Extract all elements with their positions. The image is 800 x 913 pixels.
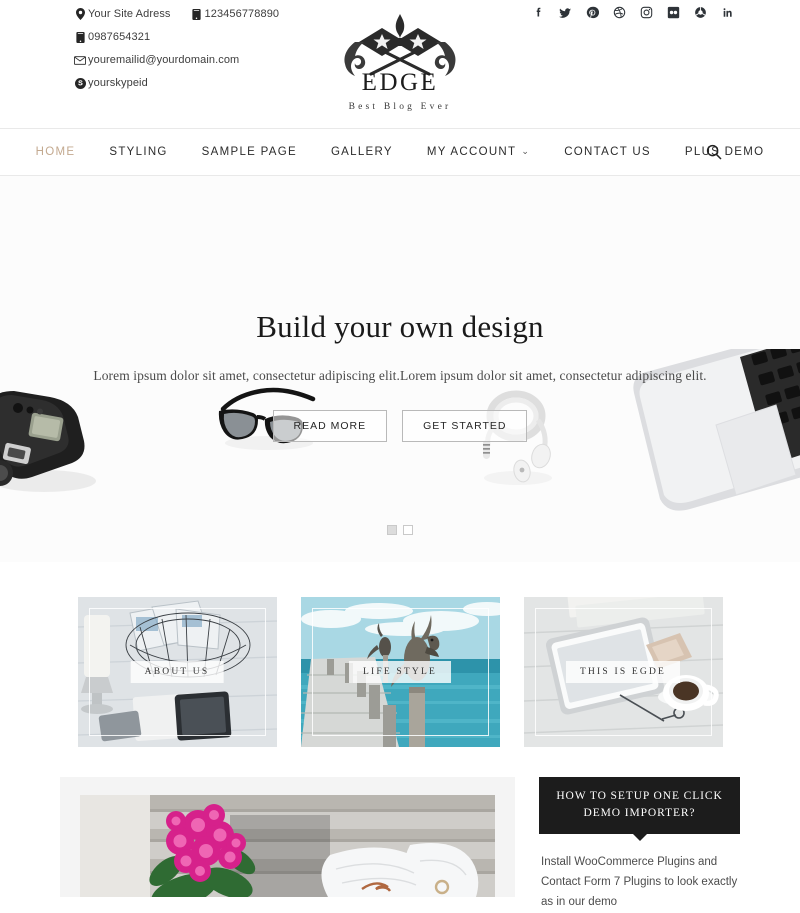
- nav-list: HOME STYLING SAMPLE PAGE GALLERY MY ACCO…: [19, 146, 782, 158]
- main-navigation: HOME STYLING SAMPLE PAGE GALLERY MY ACCO…: [0, 128, 800, 176]
- widget-title-demo-importer: HOW TO SETUP ONE CLICK DEMO IMPORTER?: [539, 777, 740, 834]
- lower-content: HOW TO SETUP ONE CLICK DEMO IMPORTER? In…: [0, 747, 800, 912]
- nav-item-contact-us[interactable]: CONTACT US: [547, 146, 668, 158]
- hero-buttons: READ MORE GET STARTED: [272, 410, 528, 442]
- slider-pagination: [0, 525, 800, 535]
- feature-label-about-us: ABOUT US: [130, 661, 224, 683]
- nav-item-sample-page[interactable]: SAMPLE PAGE: [185, 146, 314, 158]
- nav-item-gallery[interactable]: GALLERY: [314, 146, 410, 158]
- nav-item-my-account[interactable]: MY ACCOUNT ⌄: [410, 146, 547, 158]
- nav-item-label: PLUS DEMO: [684, 146, 765, 158]
- post-thumbnail: [80, 795, 495, 897]
- nav-item-label: SAMPLE PAGE: [201, 146, 297, 158]
- sidebar: HOW TO SETUP ONE CLICK DEMO IMPORTER? In…: [539, 777, 740, 912]
- nav-item-label: CONTACT US: [564, 146, 651, 158]
- nav-item-label: HOME: [35, 146, 76, 158]
- nav-item-home[interactable]: HOME: [19, 146, 93, 158]
- nav-item-label: STYLING: [109, 146, 168, 158]
- hero-content: Build your own design Lorem ipsum dolor …: [0, 176, 800, 562]
- chevron-down-icon: ⌄: [521, 145, 531, 156]
- search-icon[interactable]: [706, 144, 722, 160]
- logo-tagline-text: Best Blog Ever: [348, 102, 452, 112]
- nav-item-label: GALLERY: [330, 146, 393, 158]
- feature-label-this-is-egde: THIS IS EGDE: [565, 661, 681, 683]
- nav-item-plus-demo[interactable]: PLUS DEMO: [668, 146, 781, 158]
- widget-body-demo-importer: Install WooCommerce Plugins and Contact …: [541, 856, 738, 908]
- top-bar: Your Site Adress 123456778890 0987654321…: [0, 0, 800, 128]
- slider-dot-1[interactable]: [387, 525, 397, 535]
- nav-item-label: MY ACCOUNT: [426, 146, 517, 158]
- feature-box-life-style[interactable]: LIFE STYLE: [300, 597, 500, 747]
- hero-subtitle: Lorem ipsum dolor sit amet, consectetur …: [93, 368, 707, 383]
- feature-boxes: ABOUT US LIFE STYLE THIS IS EGDE: [0, 562, 800, 747]
- get-started-button[interactable]: GET STARTED: [402, 410, 528, 442]
- hero-slider: Build your own design Lorem ipsum dolor …: [0, 176, 800, 562]
- nav-item-styling[interactable]: STYLING: [92, 146, 184, 158]
- site-logo[interactable]: EDGE Best Blog Ever: [0, 12, 800, 112]
- feature-box-about-us[interactable]: ABOUT US: [77, 597, 277, 747]
- hero-title: Build your own design: [256, 309, 544, 344]
- blog-post-card[interactable]: [60, 777, 515, 897]
- feature-box-this-is-egde[interactable]: THIS IS EGDE: [523, 597, 723, 747]
- logo-name-text: EDGE: [361, 69, 439, 96]
- pink-flowers-photo: [80, 795, 495, 897]
- slider-dot-2[interactable]: [403, 525, 413, 535]
- feature-label-life-style: LIFE STYLE: [349, 661, 451, 683]
- read-more-button[interactable]: READ MORE: [272, 410, 388, 442]
